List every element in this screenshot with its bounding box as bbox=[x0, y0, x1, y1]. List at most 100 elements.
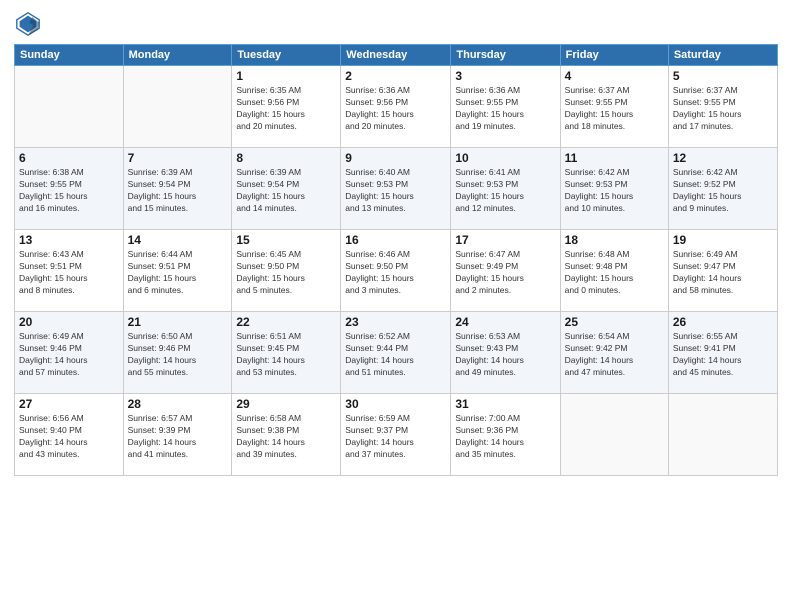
calendar-cell: 10Sunrise: 6:41 AM Sunset: 9:53 PM Dayli… bbox=[451, 148, 560, 230]
day-info: Sunrise: 6:47 AM Sunset: 9:49 PM Dayligh… bbox=[455, 249, 555, 297]
day-number: 18 bbox=[565, 233, 664, 247]
day-info: Sunrise: 6:51 AM Sunset: 9:45 PM Dayligh… bbox=[236, 331, 336, 379]
weekday-header-saturday: Saturday bbox=[668, 45, 777, 66]
day-info: Sunrise: 6:39 AM Sunset: 9:54 PM Dayligh… bbox=[236, 167, 336, 215]
week-row-5: 27Sunrise: 6:56 AM Sunset: 9:40 PM Dayli… bbox=[15, 394, 778, 476]
calendar-cell: 9 Sunrise: 6:40 AM Sunset: 9:53 PM Daylig… bbox=[341, 148, 451, 230]
day-number: 23 bbox=[345, 315, 446, 329]
calendar-page: SundayMondayTuesdayWednesdayThursdayFrid… bbox=[0, 0, 792, 612]
weekday-header-friday: Friday bbox=[560, 45, 668, 66]
day-info: Sunrise: 6:36 AM Sunset: 9:55 PM Dayligh… bbox=[455, 85, 555, 133]
calendar-cell: 23 Sunrise: 6:52 AM Sunset: 9:44 PM Dayli… bbox=[341, 312, 451, 394]
header bbox=[14, 10, 778, 38]
day-info: Sunrise: 6:38 AM Sunset: 9:55 PM Dayligh… bbox=[19, 167, 119, 215]
calendar-cell: 13 Sunrise: 6:43 AM Sunset: 9:51 PM Dayli… bbox=[15, 230, 124, 312]
day-number: 7 bbox=[128, 151, 228, 165]
calendar-cell: 19 Sunrise: 6:49 AM Sunset: 9:47 PM Dayli… bbox=[668, 230, 777, 312]
weekday-header-tuesday: Tuesday bbox=[232, 45, 341, 66]
day-number: 8 bbox=[236, 151, 336, 165]
day-info: Sunrise: 6:37 AM Sunset: 9:55 PM Dayligh… bbox=[673, 85, 773, 133]
calendar-cell bbox=[15, 66, 124, 148]
calendar-cell bbox=[560, 394, 668, 476]
day-number: 6 bbox=[19, 151, 119, 165]
day-number: 4 bbox=[565, 69, 664, 83]
calendar-cell: 3 Sunrise: 6:36 AM Sunset: 9:55 PM Daylig… bbox=[451, 66, 560, 148]
day-info: Sunrise: 6:59 AM Sunset: 9:37 PM Dayligh… bbox=[345, 413, 446, 461]
day-info: Sunrise: 6:40 AM Sunset: 9:53 PM Dayligh… bbox=[345, 167, 446, 215]
day-info: Sunrise: 6:50 AM Sunset: 9:46 PM Dayligh… bbox=[128, 331, 228, 379]
day-info: Sunrise: 6:52 AM Sunset: 9:44 PM Dayligh… bbox=[345, 331, 446, 379]
day-number: 3 bbox=[455, 69, 555, 83]
day-number: 21 bbox=[128, 315, 228, 329]
day-number: 2 bbox=[345, 69, 446, 83]
day-number: 31 bbox=[455, 397, 555, 411]
calendar-cell: 7 Sunrise: 6:39 AM Sunset: 9:54 PM Daylig… bbox=[123, 148, 232, 230]
day-number: 20 bbox=[19, 315, 119, 329]
calendar-cell: 2 Sunrise: 6:36 AM Sunset: 9:56 PM Daylig… bbox=[341, 66, 451, 148]
calendar-cell: 5 Sunrise: 6:37 AM Sunset: 9:55 PM Daylig… bbox=[668, 66, 777, 148]
day-info: Sunrise: 6:41 AM Sunset: 9:53 PM Dayligh… bbox=[455, 167, 555, 215]
calendar-cell: 24Sunrise: 6:53 AM Sunset: 9:43 PM Dayli… bbox=[451, 312, 560, 394]
day-info: Sunrise: 6:45 AM Sunset: 9:50 PM Dayligh… bbox=[236, 249, 336, 297]
weekday-header-sunday: Sunday bbox=[15, 45, 124, 66]
calendar-cell bbox=[668, 394, 777, 476]
calendar-cell: 18 Sunrise: 6:48 AM Sunset: 9:48 PM Dayli… bbox=[560, 230, 668, 312]
day-info: Sunrise: 6:55 AM Sunset: 9:41 PM Dayligh… bbox=[673, 331, 773, 379]
calendar-cell: 31 Sunrise: 7:00 AM Sunset: 9:36 PM Dayli… bbox=[451, 394, 560, 476]
calendar-cell: 15 Sunrise: 6:45 AM Sunset: 9:50 PM Dayli… bbox=[232, 230, 341, 312]
day-number: 25 bbox=[565, 315, 664, 329]
weekday-header-monday: Monday bbox=[123, 45, 232, 66]
day-info: Sunrise: 6:37 AM Sunset: 9:55 PM Dayligh… bbox=[565, 85, 664, 133]
day-number: 9 bbox=[345, 151, 446, 165]
day-number: 26 bbox=[673, 315, 773, 329]
day-info: Sunrise: 6:49 AM Sunset: 9:47 PM Dayligh… bbox=[673, 249, 773, 297]
day-number: 19 bbox=[673, 233, 773, 247]
calendar-cell: 28Sunrise: 6:57 AM Sunset: 9:39 PM Dayli… bbox=[123, 394, 232, 476]
day-info: Sunrise: 6:56 AM Sunset: 9:40 PM Dayligh… bbox=[19, 413, 119, 461]
day-info: Sunrise: 6:36 AM Sunset: 9:56 PM Dayligh… bbox=[345, 85, 446, 133]
calendar-cell: 20 Sunrise: 6:49 AM Sunset: 9:46 PM Dayli… bbox=[15, 312, 124, 394]
calendar-cell: 14Sunrise: 6:44 AM Sunset: 9:51 PM Dayli… bbox=[123, 230, 232, 312]
calendar-cell: 8 Sunrise: 6:39 AM Sunset: 9:54 PM Daylig… bbox=[232, 148, 341, 230]
day-number: 5 bbox=[673, 69, 773, 83]
day-info: Sunrise: 6:39 AM Sunset: 9:54 PM Dayligh… bbox=[128, 167, 228, 215]
day-number: 13 bbox=[19, 233, 119, 247]
day-number: 24 bbox=[455, 315, 555, 329]
calendar-table: SundayMondayTuesdayWednesdayThursdayFrid… bbox=[14, 44, 778, 476]
day-number: 15 bbox=[236, 233, 336, 247]
logo bbox=[14, 10, 46, 38]
calendar-cell: 12Sunrise: 6:42 AM Sunset: 9:52 PM Dayli… bbox=[668, 148, 777, 230]
day-info: Sunrise: 6:48 AM Sunset: 9:48 PM Dayligh… bbox=[565, 249, 664, 297]
day-number: 11 bbox=[565, 151, 664, 165]
calendar-cell: 21 Sunrise: 6:50 AM Sunset: 9:46 PM Dayli… bbox=[123, 312, 232, 394]
day-info: Sunrise: 7:00 AM Sunset: 9:36 PM Dayligh… bbox=[455, 413, 555, 461]
day-info: Sunrise: 6:54 AM Sunset: 9:42 PM Dayligh… bbox=[565, 331, 664, 379]
logo-icon bbox=[14, 10, 42, 38]
calendar-cell: 6 Sunrise: 6:38 AM Sunset: 9:55 PM Daylig… bbox=[15, 148, 124, 230]
weekday-header-wednesday: Wednesday bbox=[341, 45, 451, 66]
calendar-cell: 1 Sunrise: 6:35 AM Sunset: 9:56 PM Daylig… bbox=[232, 66, 341, 148]
week-row-4: 20 Sunrise: 6:49 AM Sunset: 9:46 PM Dayli… bbox=[15, 312, 778, 394]
day-info: Sunrise: 6:46 AM Sunset: 9:50 PM Dayligh… bbox=[345, 249, 446, 297]
day-number: 30 bbox=[345, 397, 446, 411]
day-info: Sunrise: 6:43 AM Sunset: 9:51 PM Dayligh… bbox=[19, 249, 119, 297]
calendar-cell: 30 Sunrise: 6:59 AM Sunset: 9:37 PM Dayli… bbox=[341, 394, 451, 476]
calendar-cell: 11 Sunrise: 6:42 AM Sunset: 9:53 PM Dayli… bbox=[560, 148, 668, 230]
calendar-cell bbox=[123, 66, 232, 148]
calendar-cell: 16 Sunrise: 6:46 AM Sunset: 9:50 PM Dayli… bbox=[341, 230, 451, 312]
day-info: Sunrise: 6:35 AM Sunset: 9:56 PM Dayligh… bbox=[236, 85, 336, 133]
day-info: Sunrise: 6:57 AM Sunset: 9:39 PM Dayligh… bbox=[128, 413, 228, 461]
day-info: Sunrise: 6:42 AM Sunset: 9:52 PM Dayligh… bbox=[673, 167, 773, 215]
calendar-cell: 22 Sunrise: 6:51 AM Sunset: 9:45 PM Dayli… bbox=[232, 312, 341, 394]
day-number: 22 bbox=[236, 315, 336, 329]
week-row-1: 1 Sunrise: 6:35 AM Sunset: 9:56 PM Daylig… bbox=[15, 66, 778, 148]
day-info: Sunrise: 6:49 AM Sunset: 9:46 PM Dayligh… bbox=[19, 331, 119, 379]
calendar-cell: 25 Sunrise: 6:54 AM Sunset: 9:42 PM Dayli… bbox=[560, 312, 668, 394]
calendar-cell: 4 Sunrise: 6:37 AM Sunset: 9:55 PM Daylig… bbox=[560, 66, 668, 148]
day-info: Sunrise: 6:42 AM Sunset: 9:53 PM Dayligh… bbox=[565, 167, 664, 215]
week-row-3: 13 Sunrise: 6:43 AM Sunset: 9:51 PM Dayli… bbox=[15, 230, 778, 312]
day-number: 1 bbox=[236, 69, 336, 83]
weekday-header-row: SundayMondayTuesdayWednesdayThursdayFrid… bbox=[15, 45, 778, 66]
calendar-cell: 29Sunrise: 6:58 AM Sunset: 9:38 PM Dayli… bbox=[232, 394, 341, 476]
day-number: 16 bbox=[345, 233, 446, 247]
